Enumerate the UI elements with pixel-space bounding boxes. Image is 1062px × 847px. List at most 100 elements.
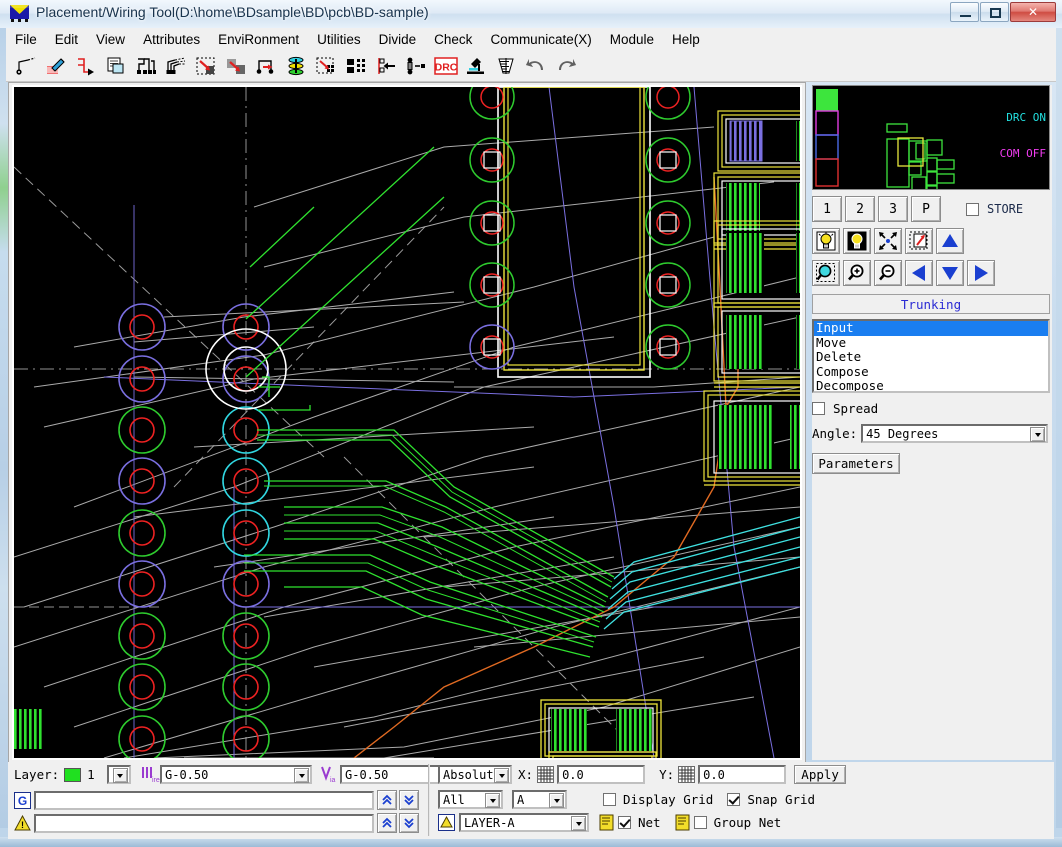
angle-select[interactable]: 45 Degrees xyxy=(861,424,1048,443)
pcb-canvas[interactable]: ( 29.156, 38.065) xyxy=(12,85,802,760)
coordinate-mode-select[interactable]: Absolute xyxy=(438,765,512,784)
menu-item-environment[interactable]: EnviRonment xyxy=(209,30,308,49)
preset-button-3[interactable]: 3 xyxy=(878,196,908,222)
fanout-pads-icon[interactable] xyxy=(132,53,160,79)
chevron-down-icon[interactable] xyxy=(571,816,586,831)
group-net-checkbox[interactable] xyxy=(694,816,707,829)
bulb-light-icon[interactable] xyxy=(812,228,840,254)
preset-button-2[interactable]: 2 xyxy=(845,196,875,222)
group-input[interactable] xyxy=(34,791,374,810)
board-preview[interactable]: DRC ON COM OFF xyxy=(812,85,1050,190)
menu-item-help[interactable]: Help xyxy=(663,30,709,49)
pan-down-icon[interactable] xyxy=(936,260,964,286)
component-grid-icon[interactable] xyxy=(342,53,370,79)
pan-up-icon[interactable] xyxy=(936,228,964,254)
fit-extents-icon[interactable] xyxy=(874,228,902,254)
layer-warning-icon[interactable] xyxy=(438,814,455,831)
snap-grid-checkbox[interactable] xyxy=(727,793,740,806)
trunking-title: Trunking xyxy=(812,294,1050,314)
warning-icon[interactable]: ! xyxy=(14,815,31,832)
pan-left-icon[interactable] xyxy=(905,260,933,286)
select-area-arrow-icon[interactable] xyxy=(192,53,220,79)
zoom-in-icon[interactable] xyxy=(843,260,871,286)
net-pin-arrow-icon[interactable] xyxy=(252,53,280,79)
select-drag-icon[interactable] xyxy=(312,53,340,79)
redo-icon[interactable] xyxy=(552,53,580,79)
chevron-down-icon[interactable] xyxy=(113,768,128,783)
menu-item-module[interactable]: Module xyxy=(601,30,663,49)
spread-label: Spread xyxy=(833,401,878,416)
minimize-button[interactable] xyxy=(950,2,979,22)
via-stack-icon[interactable] xyxy=(282,53,310,79)
spread-checkbox[interactable] xyxy=(812,402,825,415)
message-scroll-down-button[interactable] xyxy=(399,813,419,833)
store-checkbox[interactable] xyxy=(966,203,979,216)
display-grid-checkbox[interactable] xyxy=(603,793,616,806)
group-scroll-up-button[interactable] xyxy=(377,790,397,810)
ratsnest-icon[interactable] xyxy=(162,53,190,79)
title-bar: Placement/Wiring Tool(D:\home\BDsample\B… xyxy=(0,0,1062,29)
chevron-down-icon[interactable] xyxy=(1030,427,1045,442)
preset-button-p[interactable]: P xyxy=(911,196,941,222)
trunking-mode-decompose[interactable]: Decompose xyxy=(814,379,1048,393)
wire-select[interactable]: G-0.50 xyxy=(160,765,312,784)
trunking-mode-compose[interactable]: Compose xyxy=(814,365,1048,380)
chevron-down-icon[interactable] xyxy=(549,793,564,808)
layer-color-swatch[interactable] xyxy=(64,768,81,782)
menu-item-divide[interactable]: Divide xyxy=(370,30,426,49)
pan-right-icon[interactable] xyxy=(967,260,995,286)
trace-arrow-icon[interactable] xyxy=(72,53,100,79)
ruler-icon[interactable] xyxy=(492,53,520,79)
maximize-button[interactable] xyxy=(980,2,1009,22)
move-area-icon[interactable] xyxy=(222,53,250,79)
group-icon[interactable]: G xyxy=(14,792,31,809)
x-input[interactable]: 0.0 xyxy=(557,765,645,784)
undo-icon[interactable] xyxy=(522,53,550,79)
menu-item-utilities[interactable]: Utilities xyxy=(308,30,370,49)
filter-a-select[interactable]: A xyxy=(512,790,567,809)
y-input[interactable]: 0.0 xyxy=(698,765,786,784)
pencil-edit-icon[interactable] xyxy=(42,53,70,79)
layer-select[interactable] xyxy=(107,765,131,784)
close-button[interactable]: ✕ xyxy=(1010,2,1056,22)
trunking-mode-input[interactable]: Input xyxy=(814,321,1048,336)
net-checkbox[interactable] xyxy=(618,816,631,829)
menu-item-check[interactable]: Check xyxy=(425,30,481,49)
align-left-icon[interactable] xyxy=(372,53,400,79)
copy-page-icon[interactable] xyxy=(102,53,130,79)
chevron-down-icon[interactable] xyxy=(485,793,500,808)
message-scroll-up-button[interactable] xyxy=(377,813,397,833)
menu-item-view[interactable]: View xyxy=(87,30,134,49)
wire-route-icon[interactable] xyxy=(12,53,40,79)
zoom-out-icon[interactable] xyxy=(874,260,902,286)
group-scroll-down-button[interactable] xyxy=(399,790,419,810)
group-net-doc-icon[interactable] xyxy=(675,814,691,831)
message-input[interactable] xyxy=(34,814,374,833)
trunking-mode-list[interactable]: InputMoveDeleteComposeDecompose xyxy=(812,319,1050,393)
message-field-row: ! xyxy=(14,813,419,833)
drc-icon[interactable]: DRC xyxy=(432,53,460,79)
bulb-dark-icon[interactable] xyxy=(843,228,871,254)
apply-button[interactable]: Apply xyxy=(794,765,846,784)
resistor-pad-icon[interactable] xyxy=(402,53,430,79)
redraw-region-icon[interactable] xyxy=(905,228,933,254)
filter-all-select[interactable]: All xyxy=(438,790,503,809)
x-grid-button[interactable] xyxy=(537,766,554,783)
trunking-mode-delete[interactable]: Delete xyxy=(814,350,1048,365)
chevron-down-icon[interactable] xyxy=(494,768,509,783)
y-grid-button[interactable] xyxy=(678,766,695,783)
chevron-down-icon[interactable] xyxy=(294,768,309,783)
microscope-icon[interactable] xyxy=(462,53,490,79)
menu-item-communicate-x[interactable]: Communicate(X) xyxy=(481,30,600,49)
preset-button-1[interactable]: 1 xyxy=(812,196,842,222)
menu-item-attributes[interactable]: Attributes xyxy=(134,30,209,49)
zoom-window-icon[interactable] xyxy=(812,260,840,286)
menu-item-file[interactable]: File xyxy=(6,30,46,49)
coordinate-entry-row: Absolute X: 0.0 Y: 0.0 Apply xyxy=(438,765,846,784)
trunking-mode-move[interactable]: Move xyxy=(814,336,1048,351)
net-doc-icon[interactable] xyxy=(599,814,615,831)
layer-a-select[interactable]: LAYER-A xyxy=(459,813,589,832)
display-grid-label: Display Grid xyxy=(623,792,713,807)
menu-item-edit[interactable]: Edit xyxy=(46,30,87,49)
parameters-button[interactable]: Parameters xyxy=(812,453,900,474)
